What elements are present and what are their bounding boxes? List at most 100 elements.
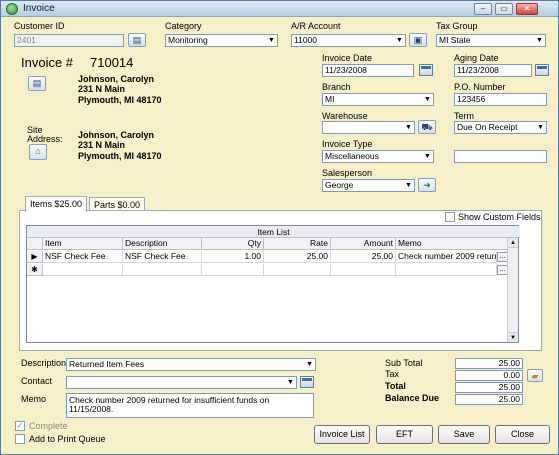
cell-amount[interactable]: 25.00 — [331, 251, 396, 263]
warehouse-select[interactable]: ▼ — [322, 121, 415, 134]
grid-corner — [27, 238, 43, 250]
term-label: Term — [454, 111, 474, 121]
invoice-type-value: Miscellaneous — [325, 151, 379, 161]
invoice-number: 710014 — [90, 55, 134, 70]
category-select[interactable]: Monitoring ▼ — [165, 34, 278, 47]
column-header-amount[interactable]: Amount — [331, 238, 396, 250]
cell-qty[interactable]: 1.00 — [202, 251, 264, 263]
new-cell-description[interactable] — [123, 264, 202, 276]
calendar-icon[interactable] — [535, 64, 549, 76]
memo-label: Memo — [21, 394, 47, 404]
minimize-button[interactable]: – — [474, 3, 492, 15]
invoice-type-select[interactable]: Miscellaneous ▼ — [322, 150, 434, 163]
ar-account-value: 11000 — [294, 35, 318, 45]
show-custom-fields-checkbox[interactable] — [445, 212, 455, 222]
term-select[interactable]: Due On Receipt ▼ — [454, 121, 547, 134]
add-to-print-queue-label: Add to Print Queue — [29, 434, 106, 444]
billing-city: Plymouth, MI 48170 — [78, 95, 162, 105]
balance-due-value: 25.00 — [455, 394, 523, 405]
invoice-date-label: Invoice Date — [322, 53, 373, 63]
billing-address-button[interactable]: ▤ — [28, 76, 46, 91]
warehouse-lookup-button[interactable]: ⛟ — [418, 120, 436, 134]
save-button[interactable]: Save — [438, 425, 490, 444]
calendar-icon[interactable] — [419, 64, 433, 76]
complete-checkbox[interactable]: ✓ — [15, 421, 25, 431]
new-cell-qty[interactable] — [202, 264, 264, 276]
customer-lookup-button[interactable]: ▤ — [128, 33, 146, 47]
chevron-down-icon: ▼ — [266, 35, 277, 46]
cell-memo[interactable]: Check number 2009 returned — [396, 251, 497, 263]
invoice-date-field[interactable]: 11/23/2008 — [322, 64, 414, 77]
total-value: 25.00 — [455, 382, 523, 393]
column-header-qty[interactable]: Qty — [202, 238, 264, 250]
term-value: Due On Receipt — [457, 122, 518, 132]
tax-group-select[interactable]: MI State ▼ — [436, 34, 546, 47]
row-selector[interactable]: ▶ — [27, 251, 43, 263]
site-address-button[interactable]: ⌂ — [29, 144, 47, 160]
column-header-rate[interactable]: Rate — [264, 238, 331, 250]
description-select[interactable]: Returned Item Fees ▼ — [66, 358, 316, 371]
salesperson-label: Salesperson — [322, 168, 373, 178]
scroll-down-icon[interactable]: ▼ — [508, 332, 518, 342]
column-header-memo[interactable]: Memo — [396, 238, 509, 250]
chevron-down-icon: ▼ — [534, 35, 545, 46]
extra-field[interactable] — [454, 150, 547, 163]
ar-account-label: A/R Account — [291, 21, 341, 31]
contact-card-icon[interactable] — [300, 376, 314, 388]
new-cell-item[interactable] — [43, 264, 123, 276]
billing-street: 231 N Main — [78, 84, 126, 94]
po-number-field[interactable]: 123456 — [454, 93, 547, 106]
restore-button[interactable]: ▭ — [495, 3, 513, 15]
add-to-print-queue-checkbox[interactable] — [15, 434, 25, 444]
salesperson-lookup-button[interactable]: ➜ — [418, 178, 436, 192]
contact-select[interactable]: ▼ — [66, 376, 297, 389]
invoice-window: Invoice – ▭ ✕ Customer ID 2401 ▤ Categor… — [0, 0, 559, 455]
cell-description[interactable]: NSF Check Fee — [123, 251, 202, 263]
close-window-button[interactable]: ✕ — [516, 3, 538, 15]
eft-button[interactable]: EFT — [376, 425, 433, 444]
branch-select[interactable]: MI ▼ — [322, 93, 434, 106]
aging-date-field[interactable]: 11/23/2008 — [454, 64, 532, 77]
salesperson-select[interactable]: George ▼ — [322, 179, 415, 192]
scroll-up-icon[interactable]: ▲ — [508, 238, 518, 248]
contact-label: Contact — [21, 376, 53, 386]
new-cell-rate[interactable] — [264, 264, 331, 276]
cell-rate[interactable]: 25.00 — [264, 251, 331, 263]
close-button[interactable]: Close — [495, 425, 550, 444]
category-value: Monitoring — [168, 35, 208, 45]
new-cell-amount[interactable] — [331, 264, 396, 276]
site-city: Plymouth, MI 48170 — [78, 151, 162, 161]
chevron-down-icon: ▼ — [535, 122, 546, 133]
chevron-down-icon: ▼ — [394, 35, 405, 46]
customer-id-field[interactable]: 2401 — [14, 34, 124, 47]
new-cell-memo[interactable] — [396, 264, 497, 276]
folder-icon: ▰ — [531, 371, 539, 381]
ar-account-lookup-button[interactable]: ▣ — [409, 33, 427, 47]
new-row-selector[interactable]: ✱ — [27, 264, 43, 276]
chevron-down-icon: ▼ — [304, 359, 315, 370]
branch-label: Branch — [322, 82, 351, 92]
complete-label: Complete — [29, 421, 68, 431]
tax-label: Tax — [385, 369, 400, 379]
chevron-down-icon: ▼ — [403, 122, 414, 133]
cell-item[interactable]: NSF Check Fee — [43, 251, 123, 263]
title-bar: Invoice – ▭ ✕ — [1, 1, 558, 17]
show-custom-fields-label: Show Custom Fields — [458, 212, 541, 222]
invoice-list-button[interactable]: Invoice List — [314, 425, 370, 444]
grid-scrollbar[interactable]: ▲ ▼ — [507, 238, 518, 342]
item-list-grid: Item List Item Description Qty Rate Amou… — [26, 225, 520, 343]
memo-field[interactable]: Check number 2009 returned for insuffici… — [66, 393, 314, 418]
tax-detail-button[interactable]: ▰ — [527, 369, 543, 382]
invoice-type-label: Invoice Type — [322, 139, 373, 149]
site-street: 231 N Main — [78, 140, 126, 150]
app-icon — [6, 3, 18, 15]
column-header-item[interactable]: Item — [43, 238, 123, 250]
po-number-label: P.O. Number — [454, 82, 506, 92]
subtotal-value: 25.00 — [455, 358, 523, 369]
column-header-description[interactable]: Description — [123, 238, 202, 250]
card-icon: ▤ — [32, 78, 42, 88]
ar-account-select[interactable]: 11000 ▼ — [291, 34, 406, 47]
tab-items[interactable]: Items $25.00 — [25, 196, 88, 212]
tax-group-label: Tax Group — [436, 21, 478, 31]
balance-due-label: Balance Due — [385, 393, 440, 403]
